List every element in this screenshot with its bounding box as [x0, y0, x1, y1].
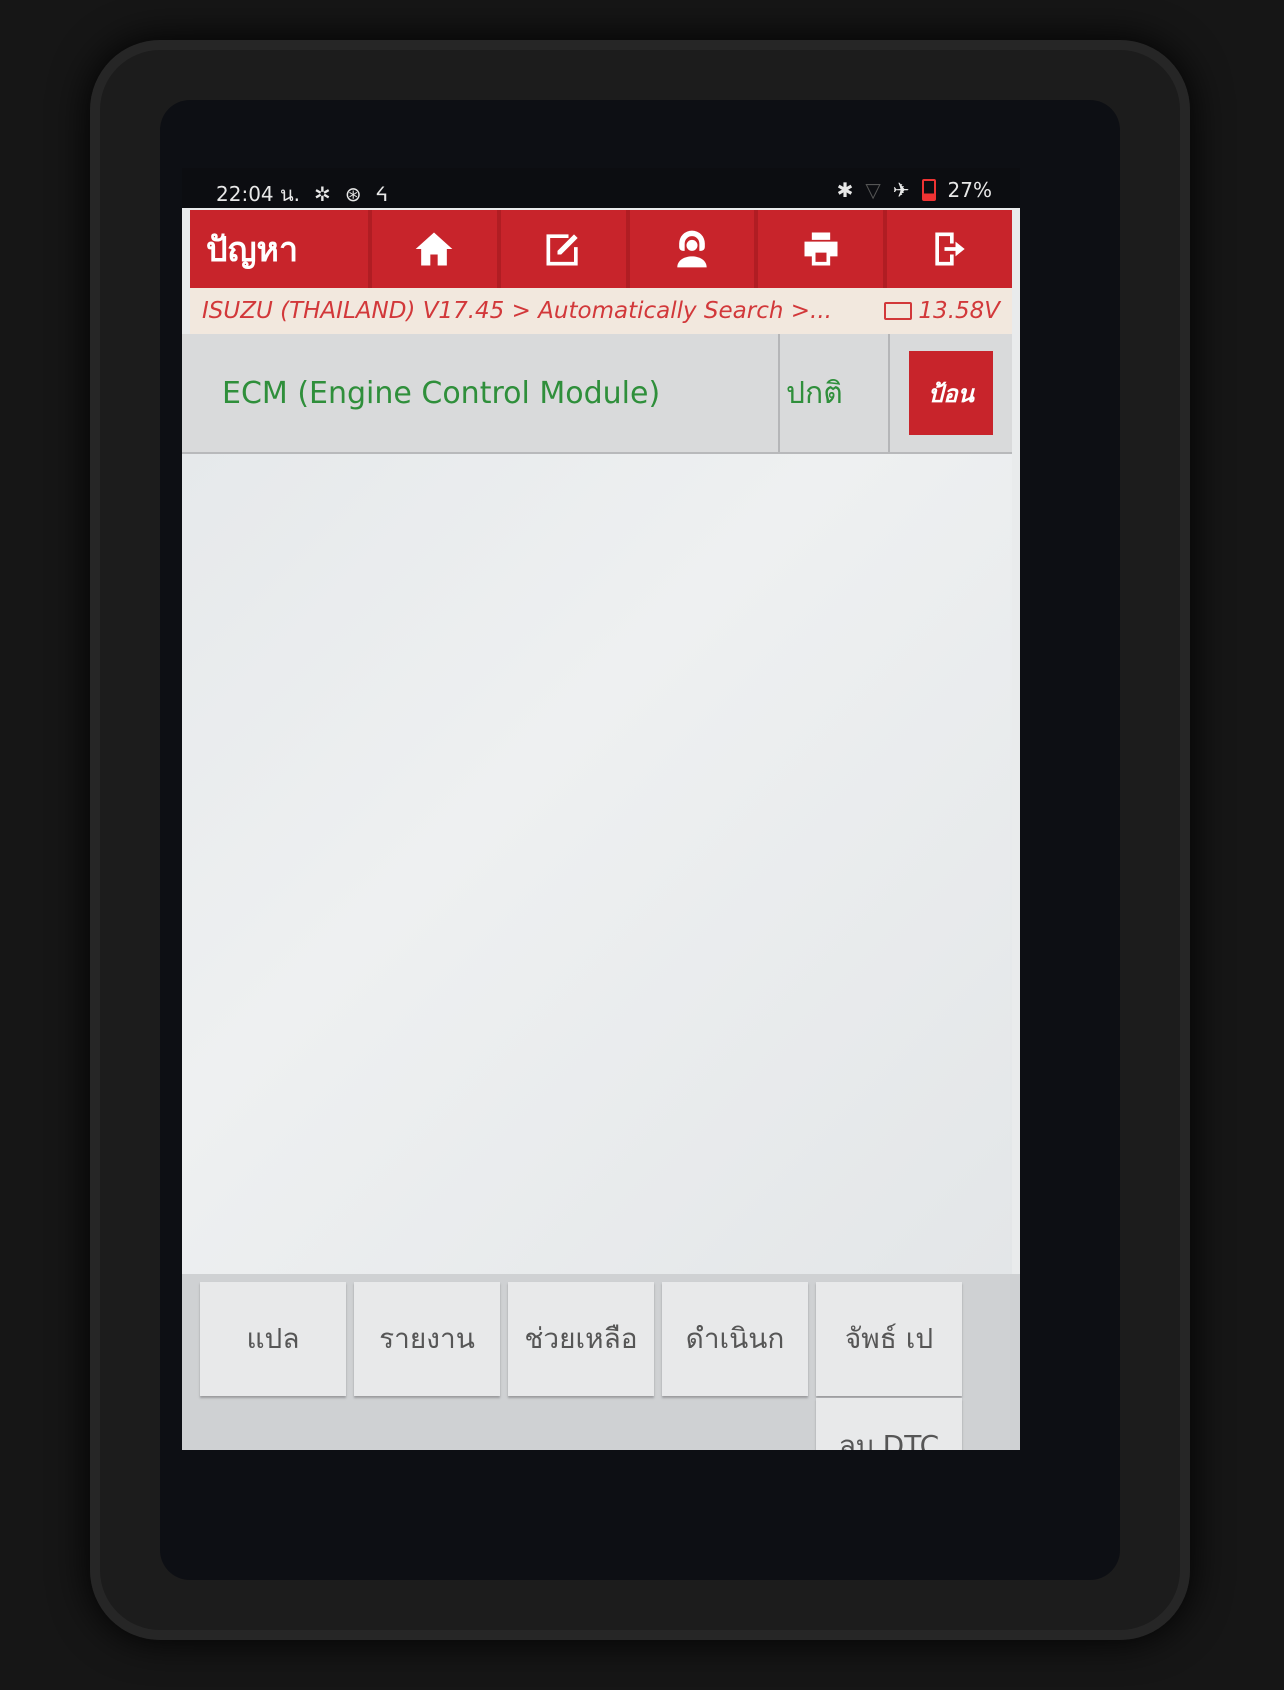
translate-button[interactable]: แปล	[200, 1282, 346, 1396]
breadcrumb-path: ISUZU (THAILAND) V17.45 > Automatically …	[202, 298, 832, 324]
edit-button[interactable]	[496, 210, 626, 288]
car-battery-icon	[884, 302, 913, 320]
settings-icon: ✲	[314, 182, 331, 206]
result-button[interactable]: จัพธ์ เป	[816, 1282, 962, 1396]
report-button[interactable]: รายงาน	[354, 1282, 500, 1396]
enter-button[interactable]: ป้อน	[909, 351, 993, 435]
clear-dtc-button[interactable]: ลบ DTC	[816, 1398, 962, 1450]
exit-button[interactable]	[883, 210, 1012, 288]
print-icon	[804, 232, 838, 266]
screen: 22:04 น. ✲ ⊛ ᔦ ✱ ▽ ✈ 27% ปัญหา ISUZU (TH…	[182, 168, 1020, 1450]
battery-icon	[921, 179, 936, 201]
diagnostic-icon: ᔦ	[375, 182, 389, 206]
battery-percent: 27%	[947, 178, 992, 202]
module-action-cell: ป้อน	[890, 334, 1012, 452]
module-name: ECM (Engine Control Module)	[182, 334, 780, 452]
home-button[interactable]	[368, 210, 497, 288]
bluetooth-icon: ✱	[836, 178, 854, 202]
support-button[interactable]	[625, 210, 755, 288]
status-time: 22:04 น.	[216, 182, 301, 206]
help-button[interactable]: ช่วยเหลือ	[508, 1282, 654, 1396]
wifi-icon: ▽	[865, 178, 881, 202]
module-status: ปกติ	[780, 334, 890, 452]
home-icon	[416, 232, 453, 266]
support-icon	[677, 230, 707, 268]
function-button-bar: แปล รายงาน ช่วยเหลือ ดำเนินก จัพธ์ เป ลบ…	[182, 1274, 1020, 1450]
results-area	[182, 454, 1012, 1274]
airplane-icon: ✈	[892, 178, 910, 202]
voltage-reading: 13.58V	[918, 298, 1000, 324]
page-title: ปัญหา	[206, 230, 299, 270]
module-row[interactable]: ECM (Engine Control Module) ปกติ ป้อน	[182, 334, 1012, 454]
status-bar: 22:04 น. ✲ ⊛ ᔦ ✱ ▽ ✈ 27%	[182, 168, 1020, 208]
breadcrumb: ISUZU (THAILAND) V17.45 > Automatically …	[190, 288, 1012, 334]
sync-icon: ⊛	[344, 182, 362, 206]
toolbar: ปัญหา	[190, 210, 1012, 288]
proceed-button[interactable]: ดำเนินก	[662, 1282, 808, 1396]
exit-icon	[934, 232, 965, 266]
edit-icon	[546, 234, 578, 266]
print-button[interactable]	[754, 210, 883, 288]
